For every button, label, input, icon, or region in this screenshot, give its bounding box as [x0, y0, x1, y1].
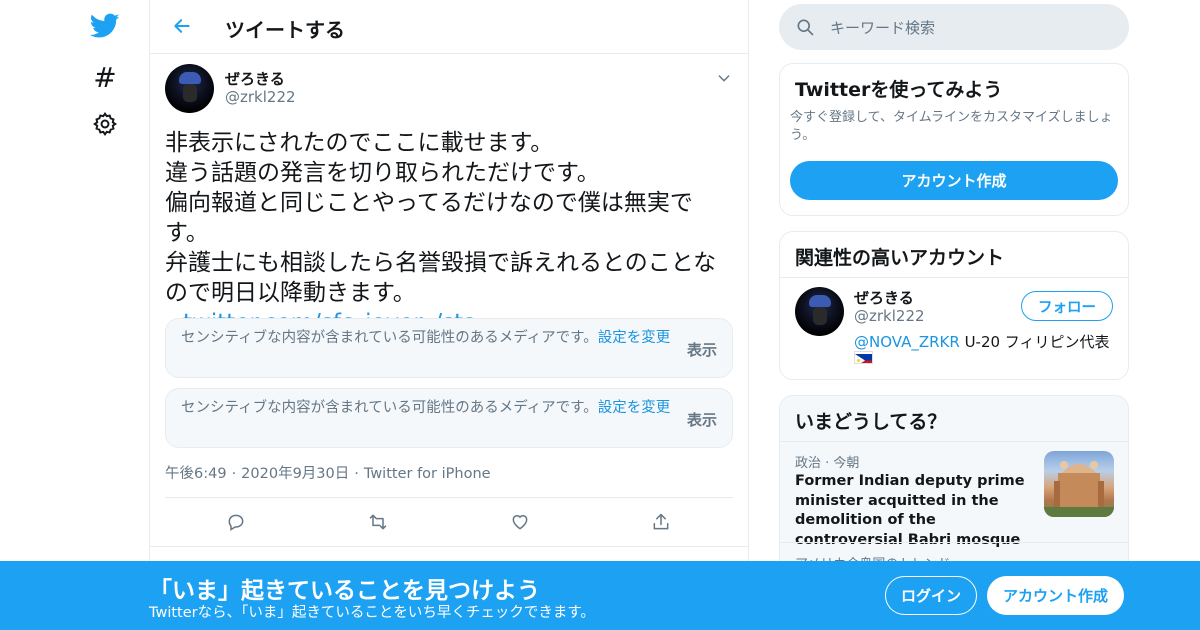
related-account-name[interactable]: ぜろきる	[854, 287, 914, 308]
page-header: ツイートする	[150, 0, 748, 54]
philippines-flag-icon	[854, 351, 873, 364]
page-title: ツイートする	[225, 18, 345, 42]
bio-mention-link[interactable]: @NOVA_ZRKR	[854, 333, 960, 351]
sensitive-media-notice: センシティブな内容が含まれている可能性のあるメディアです。設定を変更 表示	[165, 318, 733, 378]
create-account-button[interactable]: アカウント作成	[790, 161, 1118, 200]
news-thumbnail[interactable]	[1044, 451, 1114, 517]
chevron-down-icon[interactable]	[716, 70, 732, 86]
divider	[165, 497, 733, 498]
author-handle[interactable]: @zrkl222	[225, 88, 296, 106]
tweet-text-line-end: ので明日以降動きます。	[165, 280, 416, 306]
twitter-bird-icon[interactable]	[89, 10, 121, 42]
tweet-text-line: 偏向報道と同じことやってるだけなので僕は無実で	[165, 190, 693, 216]
reply-icon[interactable]	[221, 508, 251, 536]
sensitive-media-message: センシティブな内容が含まれている可能性のあるメディアです。設定を変更	[181, 329, 671, 347]
divider	[780, 441, 1128, 442]
signup-card-title: Twitterを使ってみよう	[795, 79, 1003, 101]
divider	[150, 546, 748, 547]
signup-card: Twitterを使ってみよう 今すぐ登録して、タイムラインをカスタマイズしましょ…	[779, 63, 1129, 216]
tweet-actions	[165, 508, 735, 538]
left-nav: #	[0, 0, 150, 630]
tweet-column: ツイートする ぜろきる @zrkl222 非表示にされたのでここに載せます。 違…	[149, 0, 749, 630]
related-account-bio: @NOVA_ZRKR U-20 フィリピン代表	[854, 331, 1110, 352]
login-button[interactable]: ログイン	[885, 576, 977, 615]
meta-separator: ·	[354, 466, 359, 482]
media-warning-text: センシティブな内容が含まれている可能性のあるメディアです。	[181, 400, 598, 416]
like-heart-icon[interactable]	[505, 508, 535, 536]
tweet-text-line: す。	[165, 220, 209, 246]
avatar[interactable]	[165, 64, 214, 113]
signup-card-description: 今すぐ登録して、タイムラインをカスタマイズしましょう。	[790, 110, 1113, 143]
share-icon[interactable]	[646, 508, 676, 536]
tweet-text-line: 非表示にされたのでここに載せます。	[165, 130, 554, 156]
meta-separator: ·	[231, 466, 237, 482]
news-category: 政治 · 今朝	[795, 456, 860, 471]
news-headline[interactable]: Former Indian deputy prime minister acqu…	[795, 472, 1035, 550]
related-accounts-title: 関連性の高いアカウント	[795, 247, 1005, 269]
change-settings-link[interactable]: 設定を変更	[598, 330, 671, 346]
banner-title: 「いま」起きていることを見つけよう	[149, 578, 540, 604]
follow-button[interactable]: フォロー	[1021, 291, 1113, 321]
sensitive-media-message: センシティブな内容が含まれている可能性のあるメディアです。設定を変更	[181, 399, 671, 417]
tweet-page: # ツイートする ぜろきる @zrkl222 非表示にされたのでここに載せます。	[0, 0, 1200, 630]
bio-text: U-20 フィリピン代表	[959, 333, 1110, 351]
change-settings-link[interactable]: 設定を変更	[598, 400, 671, 416]
retweet-icon[interactable]	[363, 508, 393, 536]
banner-subtitle: Twitterなら、「いま」起きていることをいち早くチェックできます。	[149, 605, 595, 621]
search-input[interactable]: キーワード検索	[830, 17, 935, 38]
search-icon	[795, 17, 815, 37]
tweet-text-line: 弁護士にも相談したら名誉毀損で訴えれるとのことな	[165, 250, 717, 276]
tweet-date[interactable]: 2020年9月30日	[241, 466, 349, 482]
avatar[interactable]	[795, 287, 844, 336]
tweet-author: ぜろきる @zrkl222	[150, 54, 748, 124]
tweet-source[interactable]: Twitter for iPhone	[364, 466, 491, 482]
divider	[780, 277, 1128, 278]
sensitive-media-notice: センシティブな内容が含まれている可能性のあるメディアです。設定を変更 表示	[165, 388, 733, 448]
hashtag-icon[interactable]: #	[89, 61, 121, 94]
author-name[interactable]: ぜろきる	[225, 68, 285, 89]
back-arrow-icon[interactable]	[168, 12, 196, 40]
tweet-time[interactable]: 午後6:49	[165, 466, 227, 482]
related-account-handle[interactable]: @zrkl222	[854, 307, 925, 325]
show-media-button[interactable]: 表示	[687, 339, 717, 360]
media-warning-text: センシティブな内容が含まれている可能性のあるメディアです。	[181, 330, 598, 346]
settings-gear-icon[interactable]	[89, 108, 121, 140]
search-box[interactable]: キーワード検索	[779, 4, 1129, 50]
show-media-button[interactable]: 表示	[687, 409, 717, 430]
tweet-metadata: 午後6:49 · 2020年9月30日 · Twitter for iPhone	[165, 462, 491, 483]
tweet-text: 非表示にされたのでここに載せます。 違う話題の発言を切り取られただけです。 偏向…	[165, 128, 735, 338]
divider	[780, 542, 1128, 543]
related-accounts-card: 関連性の高いアカウント ぜろきる @zrkl222 フォロー @NOVA_ZRK…	[779, 231, 1129, 380]
signup-banner: 「いま」起きていることを見つけよう Twitterなら、「いま」起きていることを…	[0, 561, 1200, 630]
trends-title: いまどうしてる？	[795, 411, 947, 433]
banner-signup-button[interactable]: アカウント作成	[987, 576, 1124, 615]
tweet-text-line: 違う話題の発言を切り取られただけです。	[165, 160, 600, 186]
